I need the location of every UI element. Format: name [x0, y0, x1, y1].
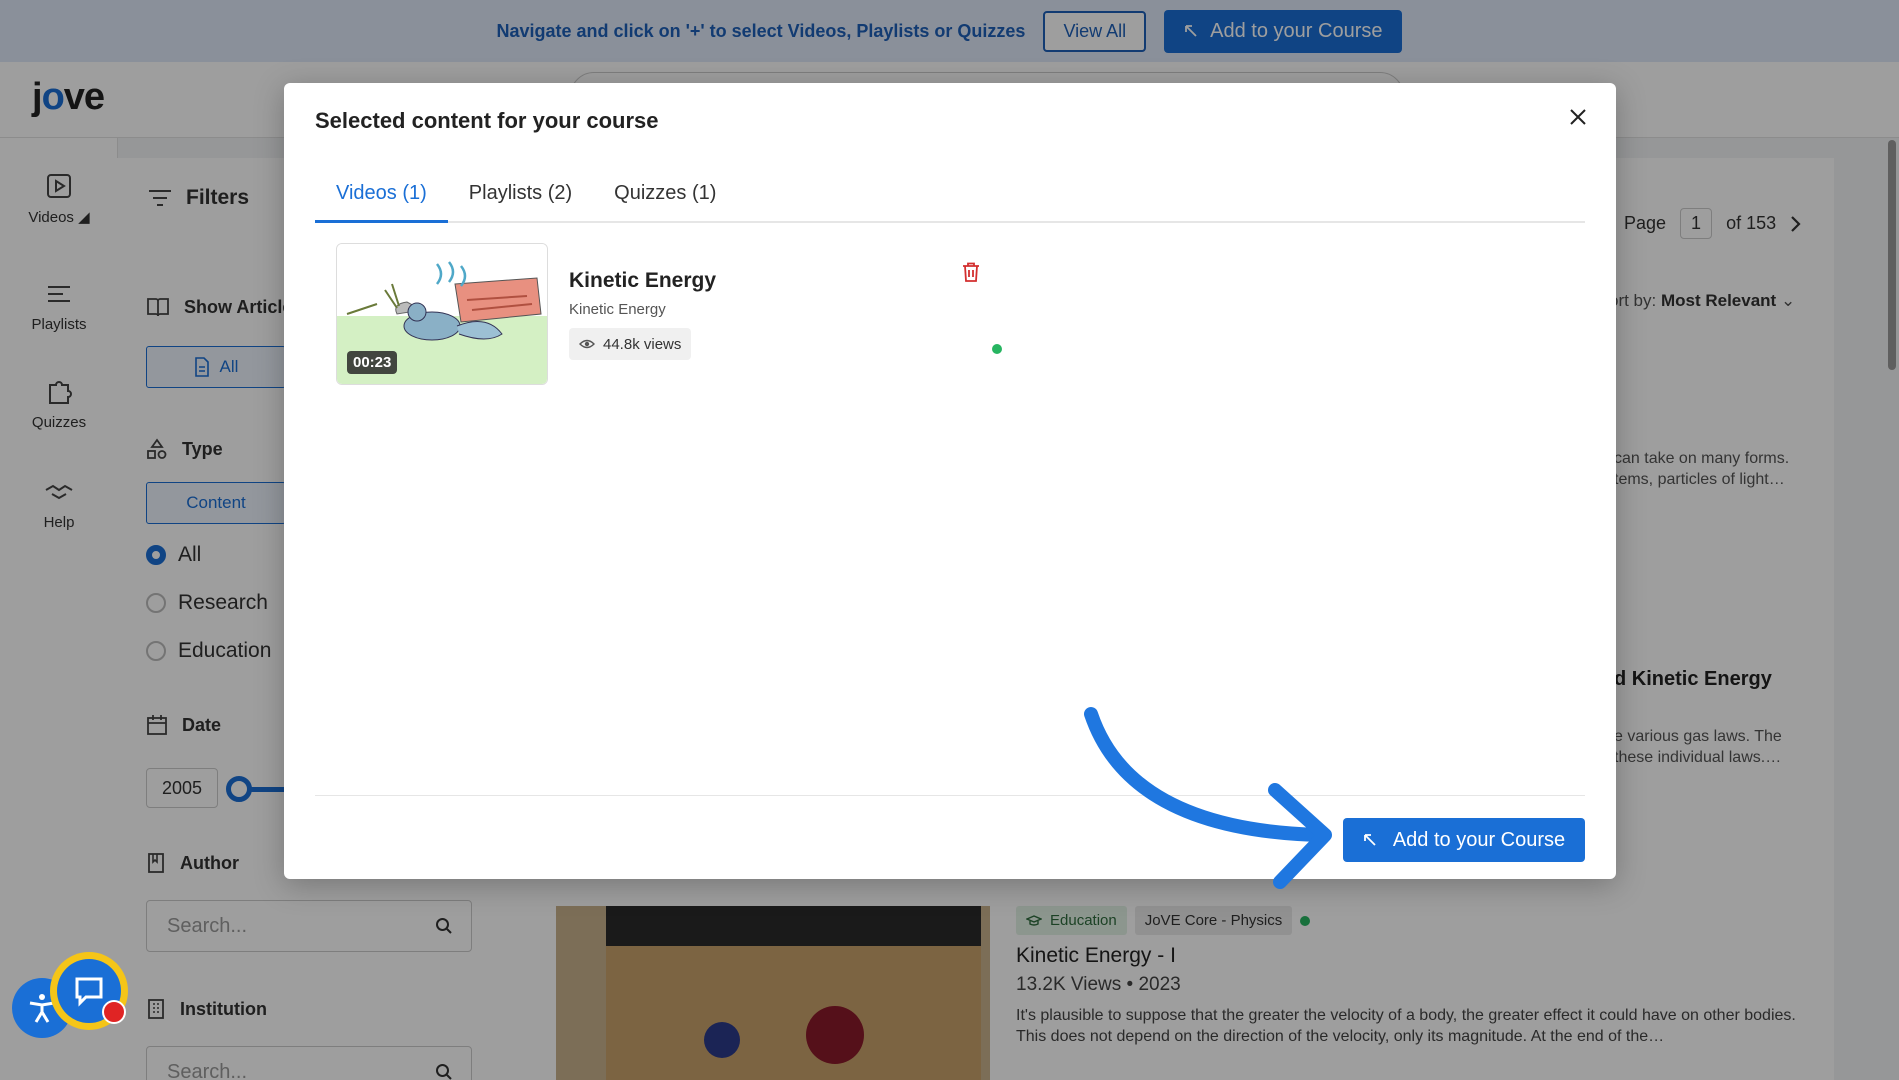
- modal-footer-divider: [315, 795, 1585, 796]
- video-subtitle: Kinetic Energy: [569, 301, 666, 318]
- arrow-up-left-icon: [1363, 834, 1376, 846]
- chat-launcher-button[interactable]: [50, 952, 128, 1030]
- add-to-course-label: Add to your Course: [1392, 828, 1566, 851]
- video-duration: 00:23: [347, 351, 398, 374]
- tab-quizzes[interactable]: Quizzes (1): [593, 173, 737, 223]
- tab-playlists[interactable]: Playlists (2): [448, 173, 593, 223]
- tutorial-pointer-arrow: [1084, 707, 1332, 889]
- delete-item-button[interactable]: [962, 262, 980, 287]
- chat-notification-dot: [102, 1000, 126, 1024]
- video-thumbnail[interactable]: 00:23: [336, 243, 548, 385]
- content-tabs: Videos (1) Playlists (2) Quizzes (1): [315, 173, 1585, 223]
- video-title[interactable]: Kinetic Energy: [569, 269, 716, 293]
- close-icon: [1570, 109, 1586, 125]
- chat-bubble-icon: [75, 977, 103, 1007]
- trash-icon: [963, 262, 979, 282]
- add-to-course-button[interactable]: Add to your Course: [1343, 818, 1585, 862]
- status-dot: [992, 344, 1002, 354]
- selected-content-modal: Selected content for your course Videos …: [284, 83, 1616, 879]
- tab-videos[interactable]: Videos (1): [315, 173, 448, 223]
- eye-icon: [579, 339, 595, 349]
- close-button[interactable]: [1562, 101, 1594, 133]
- view-count-badge: 44.8k views: [569, 328, 692, 360]
- modal-title: Selected content for your course: [315, 108, 659, 133]
